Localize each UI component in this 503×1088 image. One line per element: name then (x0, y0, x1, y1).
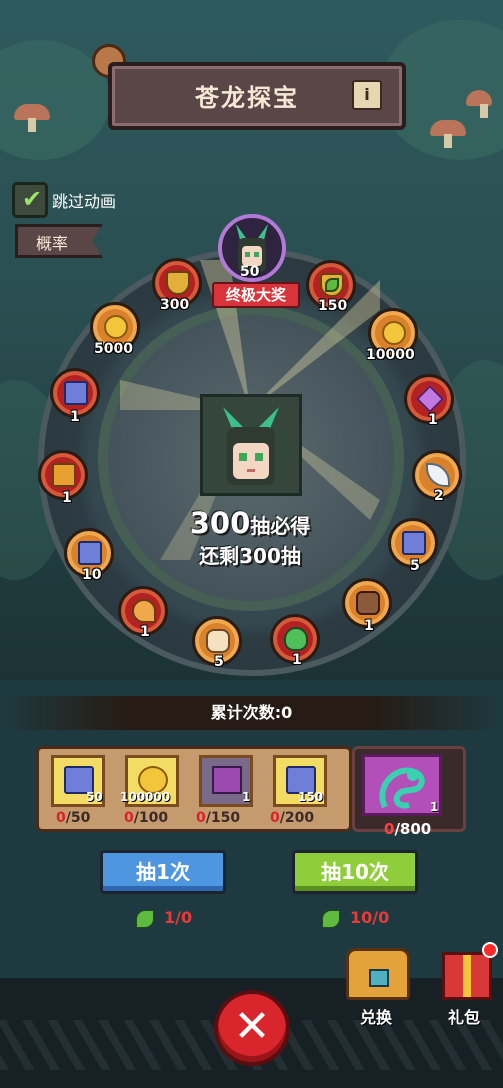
skip-animation-checkbox[interactable]: ✔ (12, 182, 48, 218)
milestone-progress: 0/200 (270, 810, 315, 826)
page-title: 苍龙探宝 (195, 84, 299, 112)
gem-bag-icon (356, 591, 380, 615)
ticket-icon (52, 463, 76, 487)
milestone-progress: 0/50 (56, 810, 91, 826)
milestone-count: 50 (86, 790, 103, 804)
cat-chest-icon (212, 766, 242, 794)
wheel-item-count: 1 (428, 412, 438, 428)
info-icon[interactable]: i (352, 80, 382, 110)
draw-ten-cost: 10/0 (322, 908, 389, 928)
card-icon (402, 531, 426, 555)
close-button[interactable]: ✕ (214, 990, 290, 1066)
guarantee-suffix: 抽必得 (250, 514, 311, 538)
wheel-item-count: 300 (160, 297, 190, 313)
final-reward-count: 1 (430, 800, 439, 814)
wheel-item-count: 2 (434, 488, 444, 504)
card-icon (64, 381, 88, 405)
shield-icon (320, 273, 344, 297)
exchange-label[interactable]: 兑换 (360, 1004, 392, 1028)
wheel-item-count: 5000 (94, 341, 133, 357)
wheel-item-count: 1 (292, 652, 302, 668)
wheel-item-count: 1 (62, 490, 72, 506)
leaf-icon (322, 909, 340, 928)
card-icon (78, 541, 102, 565)
milestone-count: 100000 (120, 790, 171, 804)
crystal-icon (416, 385, 444, 413)
claw-icon (132, 599, 156, 623)
exchange-chest-icon[interactable] (346, 948, 410, 1000)
accumulate-count: 累计次数:0 (0, 696, 503, 730)
potion-icon (284, 627, 308, 651)
wheel-item-count: 1 (364, 618, 374, 634)
grand-prize-count: 50 (240, 264, 260, 280)
draw-ten-button[interactable]: 抽10次 (292, 850, 418, 894)
guarantee-text: 300抽必得 (150, 506, 350, 540)
wheel-item-count: 10 (82, 567, 102, 583)
final-reward-progress: 0/800 (384, 820, 432, 838)
coin-icon (382, 321, 406, 345)
guarantee-number: 300 (189, 506, 251, 540)
remaining-draws-text: 还剩300抽 (199, 544, 301, 568)
wheel-item-count: 5 (214, 654, 224, 670)
checkmark-icon: ✔ (22, 185, 43, 213)
skip-animation-label: 跳过动画 (52, 192, 117, 211)
gift-icon[interactable] (442, 952, 492, 1000)
gift-label[interactable]: 礼包 (448, 1004, 480, 1028)
shield-icon (166, 271, 190, 295)
notification-dot (482, 942, 498, 958)
milestone-count: 1 (242, 790, 251, 804)
draw-once-button[interactable]: 抽1次 (100, 850, 226, 894)
dragon-boy-portrait (200, 394, 302, 496)
wheel-item-count: 1 (140, 624, 150, 640)
dragon-icon (379, 767, 425, 809)
probability-button[interactable]: 概率 (15, 224, 103, 258)
bread-icon (206, 629, 230, 653)
milestone-progress: 0/100 (124, 810, 169, 826)
title-plate: 苍龙探宝 i (108, 62, 406, 130)
coin-icon (104, 315, 128, 339)
wheel-item-count: 5 (410, 558, 420, 574)
milestone-count: 150 (298, 790, 324, 804)
wheel-item-count: 150 (318, 298, 348, 314)
close-icon: ✕ (233, 1001, 271, 1052)
milestone-progress: 0/150 (196, 810, 241, 826)
wheel-item-count: 1 (70, 409, 80, 425)
grand-prize-tag: 终极大奖 (212, 282, 300, 308)
wheel-item-count: 10000 (366, 347, 415, 363)
feather-icon (426, 463, 450, 487)
draw-once-cost: 1/0 (136, 908, 192, 928)
leaf-icon (136, 909, 154, 928)
